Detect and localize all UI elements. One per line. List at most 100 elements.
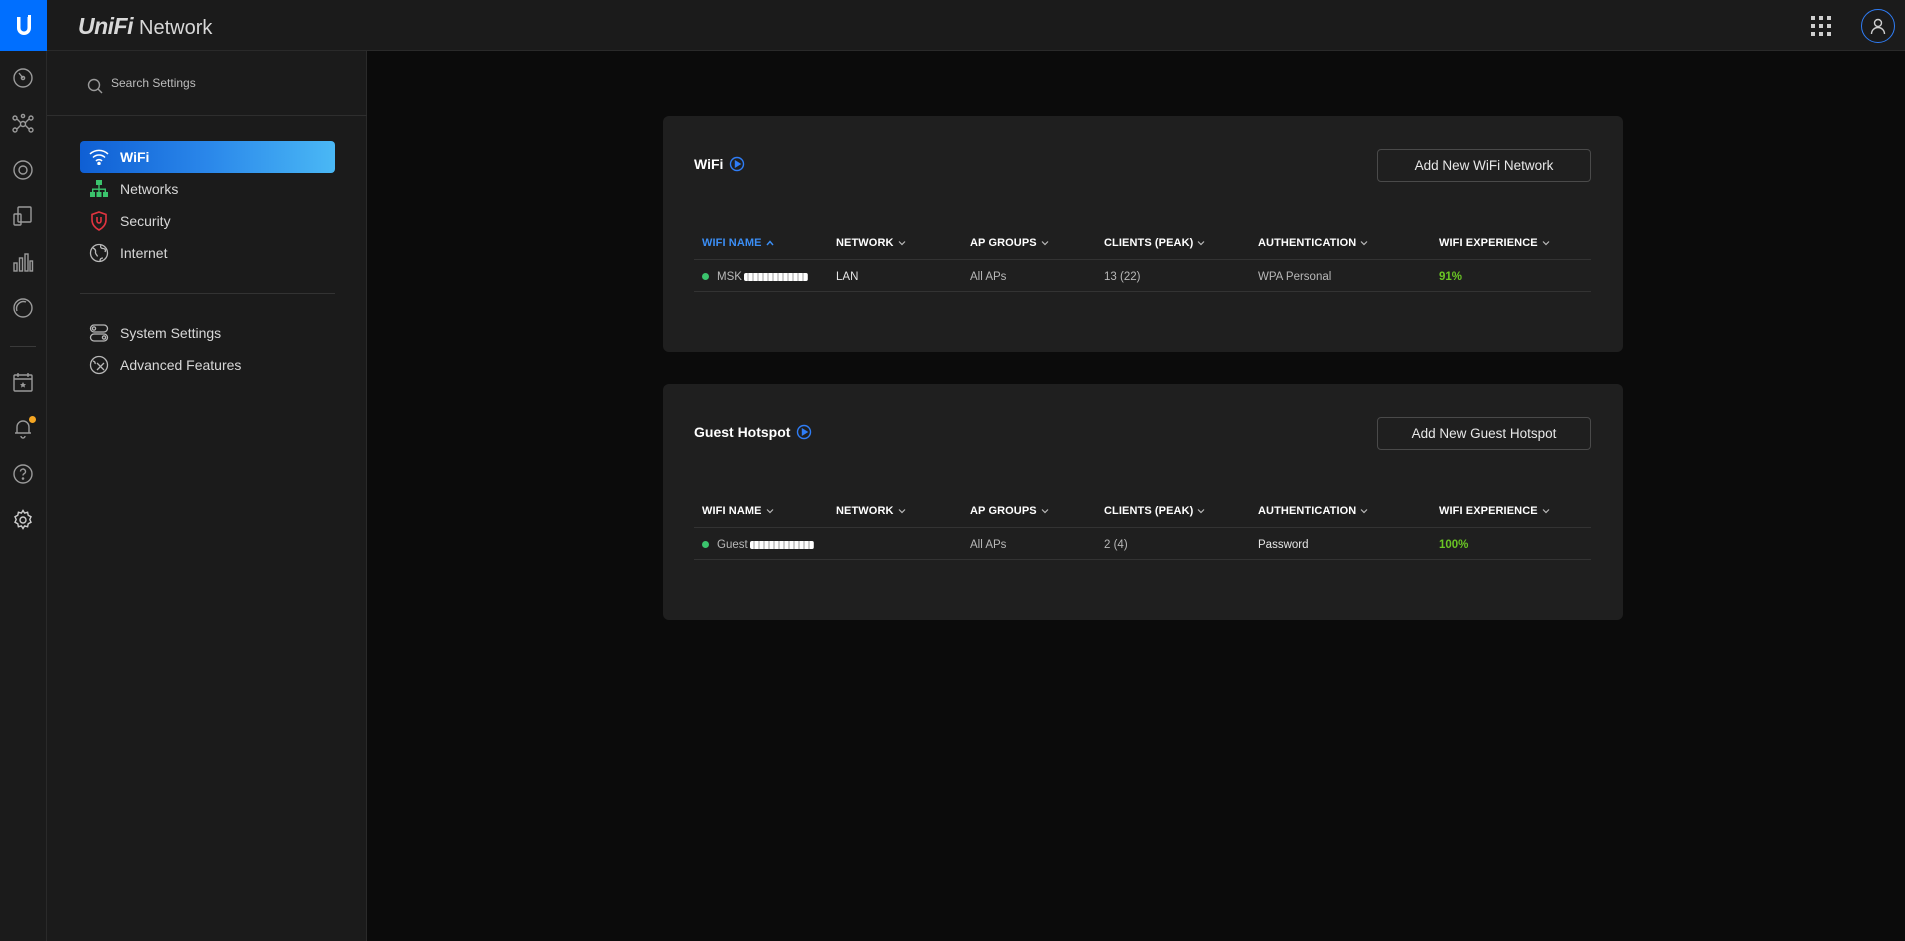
wifi-card: WiFi Add New WiFi Network WIFI NAME NETW… [663, 116, 1623, 352]
chevron-down-icon [1542, 508, 1550, 513]
statistics-icon[interactable] [10, 249, 36, 275]
card-title-text: Guest Hotspot [694, 424, 791, 440]
add-guest-hotspot-button[interactable]: Add New Guest Hotspot [1377, 417, 1591, 450]
guest-table: WIFI NAME NETWORK AP GROUPS CLIENTS (PEA… [694, 494, 1591, 560]
cell-clients: 13 (22) [1104, 270, 1141, 283]
wifi-name-text: MSK [717, 270, 742, 283]
sidebar-item-label: Networks [120, 181, 179, 197]
wifi-icon [88, 146, 110, 168]
column-header-network[interactable]: NETWORK [836, 494, 906, 527]
play-video-icon[interactable] [729, 156, 745, 172]
add-wifi-network-button[interactable]: Add New WiFi Network [1377, 149, 1591, 182]
column-header-network[interactable]: NETWORK [836, 226, 906, 259]
column-label: WIFI EXPERIENCE [1439, 504, 1538, 517]
column-header-wifi-name[interactable]: WIFI NAME [702, 494, 774, 527]
ubiquiti-logo[interactable] [0, 0, 47, 51]
sidebar-item-internet[interactable]: Internet [80, 237, 335, 269]
cell-wifi-name: MSK [702, 260, 808, 293]
chevron-down-icon [1197, 240, 1205, 245]
sidebar-divider [80, 293, 335, 294]
table-row[interactable]: Guest All APs 2 (4) Password 100% [694, 527, 1591, 560]
column-label: NETWORK [836, 236, 894, 249]
redacted-mark [743, 272, 808, 281]
table-row[interactable]: MSK LAN All APs 13 (22) WPA Personal 91% [694, 259, 1591, 292]
devices-icon[interactable] [10, 157, 36, 183]
column-label: AP GROUPS [970, 504, 1037, 517]
column-label: AUTHENTICATION [1258, 236, 1357, 249]
cell-ap-groups: All APs [970, 270, 1007, 283]
sidebar-item-label: Advanced Features [120, 357, 242, 373]
column-header-authentication[interactable]: AUTHENTICATION [1258, 494, 1368, 527]
status-online-dot [702, 541, 709, 548]
column-header-wifi-name[interactable]: WIFI NAME [702, 226, 774, 259]
sidebar-item-wifi[interactable]: WiFi [80, 141, 335, 173]
wifi-table: WIFI NAME NETWORK AP GROUPS CLIENTS (PEA… [694, 226, 1591, 292]
cell-wifi-name: Guest [702, 528, 814, 561]
redacted-mark [749, 540, 814, 549]
icon-rail [0, 51, 47, 941]
cell-clients: 2 (4) [1104, 538, 1128, 551]
events-icon[interactable] [10, 369, 36, 395]
cell-ap-groups: All APs [970, 538, 1007, 551]
brand-unifi: UniFi [78, 13, 134, 39]
help-icon[interactable] [10, 461, 36, 487]
chevron-down-icon [1542, 240, 1550, 245]
column-label: WIFI NAME [702, 236, 762, 249]
chevron-down-icon [1041, 508, 1049, 513]
table-header: WIFI NAME NETWORK AP GROUPS CLIENTS (PEA… [694, 226, 1591, 259]
chevron-down-icon [898, 508, 905, 513]
cell-network: LAN [836, 270, 859, 283]
cell-authentication: Password [1258, 538, 1309, 551]
column-header-wifi-experience[interactable]: WIFI EXPERIENCE [1439, 226, 1550, 259]
column-label: CLIENTS (PEAK) [1104, 504, 1194, 517]
search-settings-input[interactable] [111, 73, 331, 93]
cell-wifi-experience: 100% [1439, 538, 1469, 551]
sidebar-item-security[interactable]: Security [80, 205, 335, 237]
apps-grid-icon[interactable] [1809, 14, 1833, 38]
user-icon [1870, 18, 1886, 35]
column-header-clients-peak[interactable]: CLIENTS (PEAK) [1104, 226, 1205, 259]
sidebar-item-advanced-features[interactable]: Advanced Features [80, 349, 335, 381]
insights-icon[interactable] [10, 295, 36, 321]
dashboard-icon[interactable] [10, 65, 36, 91]
system-settings-icon [88, 322, 110, 344]
notifications-icon[interactable] [10, 415, 36, 441]
chevron-down-icon [898, 240, 905, 245]
column-label: CLIENTS (PEAK) [1104, 236, 1194, 249]
top-bar: UniFi Network [0, 0, 1905, 51]
user-avatar[interactable] [1861, 9, 1895, 43]
settings-icon[interactable] [10, 507, 36, 533]
cell-authentication: WPA Personal [1258, 270, 1332, 283]
card-title-text: WiFi [694, 156, 724, 172]
sidebar-item-label: WiFi [120, 149, 150, 165]
chevron-down-icon [1041, 240, 1049, 245]
column-header-wifi-experience[interactable]: WIFI EXPERIENCE [1439, 494, 1550, 527]
sidebar-item-networks[interactable]: Networks [80, 173, 335, 205]
search-row [47, 51, 367, 116]
play-video-icon[interactable] [796, 424, 812, 440]
security-shield-icon [88, 210, 110, 232]
globe-icon [88, 242, 110, 264]
sidebar-item-system-settings[interactable]: System Settings [80, 317, 335, 349]
chevron-down-icon [1360, 240, 1368, 245]
sidebar-item-label: Security [120, 213, 171, 229]
column-label: AP GROUPS [970, 236, 1037, 249]
cell-wifi-experience: 91% [1439, 270, 1463, 283]
sidebar-item-label: Internet [120, 245, 168, 261]
clients-icon[interactable] [10, 203, 36, 229]
settings-sidebar: WiFi Networks Security Internet System S… [47, 51, 367, 941]
chevron-up-icon [766, 239, 774, 245]
column-label: WIFI EXPERIENCE [1439, 236, 1538, 249]
ubiquiti-u-icon [16, 14, 31, 35]
guest-hotspot-card: Guest Hotspot Add New Guest Hotspot WIFI… [663, 384, 1623, 620]
column-label: AUTHENTICATION [1258, 504, 1357, 517]
column-header-clients-peak[interactable]: CLIENTS (PEAK) [1104, 494, 1205, 527]
column-header-ap-groups[interactable]: AP GROUPS [970, 226, 1049, 259]
column-header-authentication[interactable]: AUTHENTICATION [1258, 226, 1368, 259]
chevron-down-icon [766, 508, 773, 513]
column-header-ap-groups[interactable]: AP GROUPS [970, 494, 1049, 527]
topology-icon[interactable] [10, 111, 36, 137]
status-online-dot [702, 273, 709, 280]
rail-divider [10, 346, 36, 347]
wifi-card-title: WiFi [694, 156, 745, 172]
